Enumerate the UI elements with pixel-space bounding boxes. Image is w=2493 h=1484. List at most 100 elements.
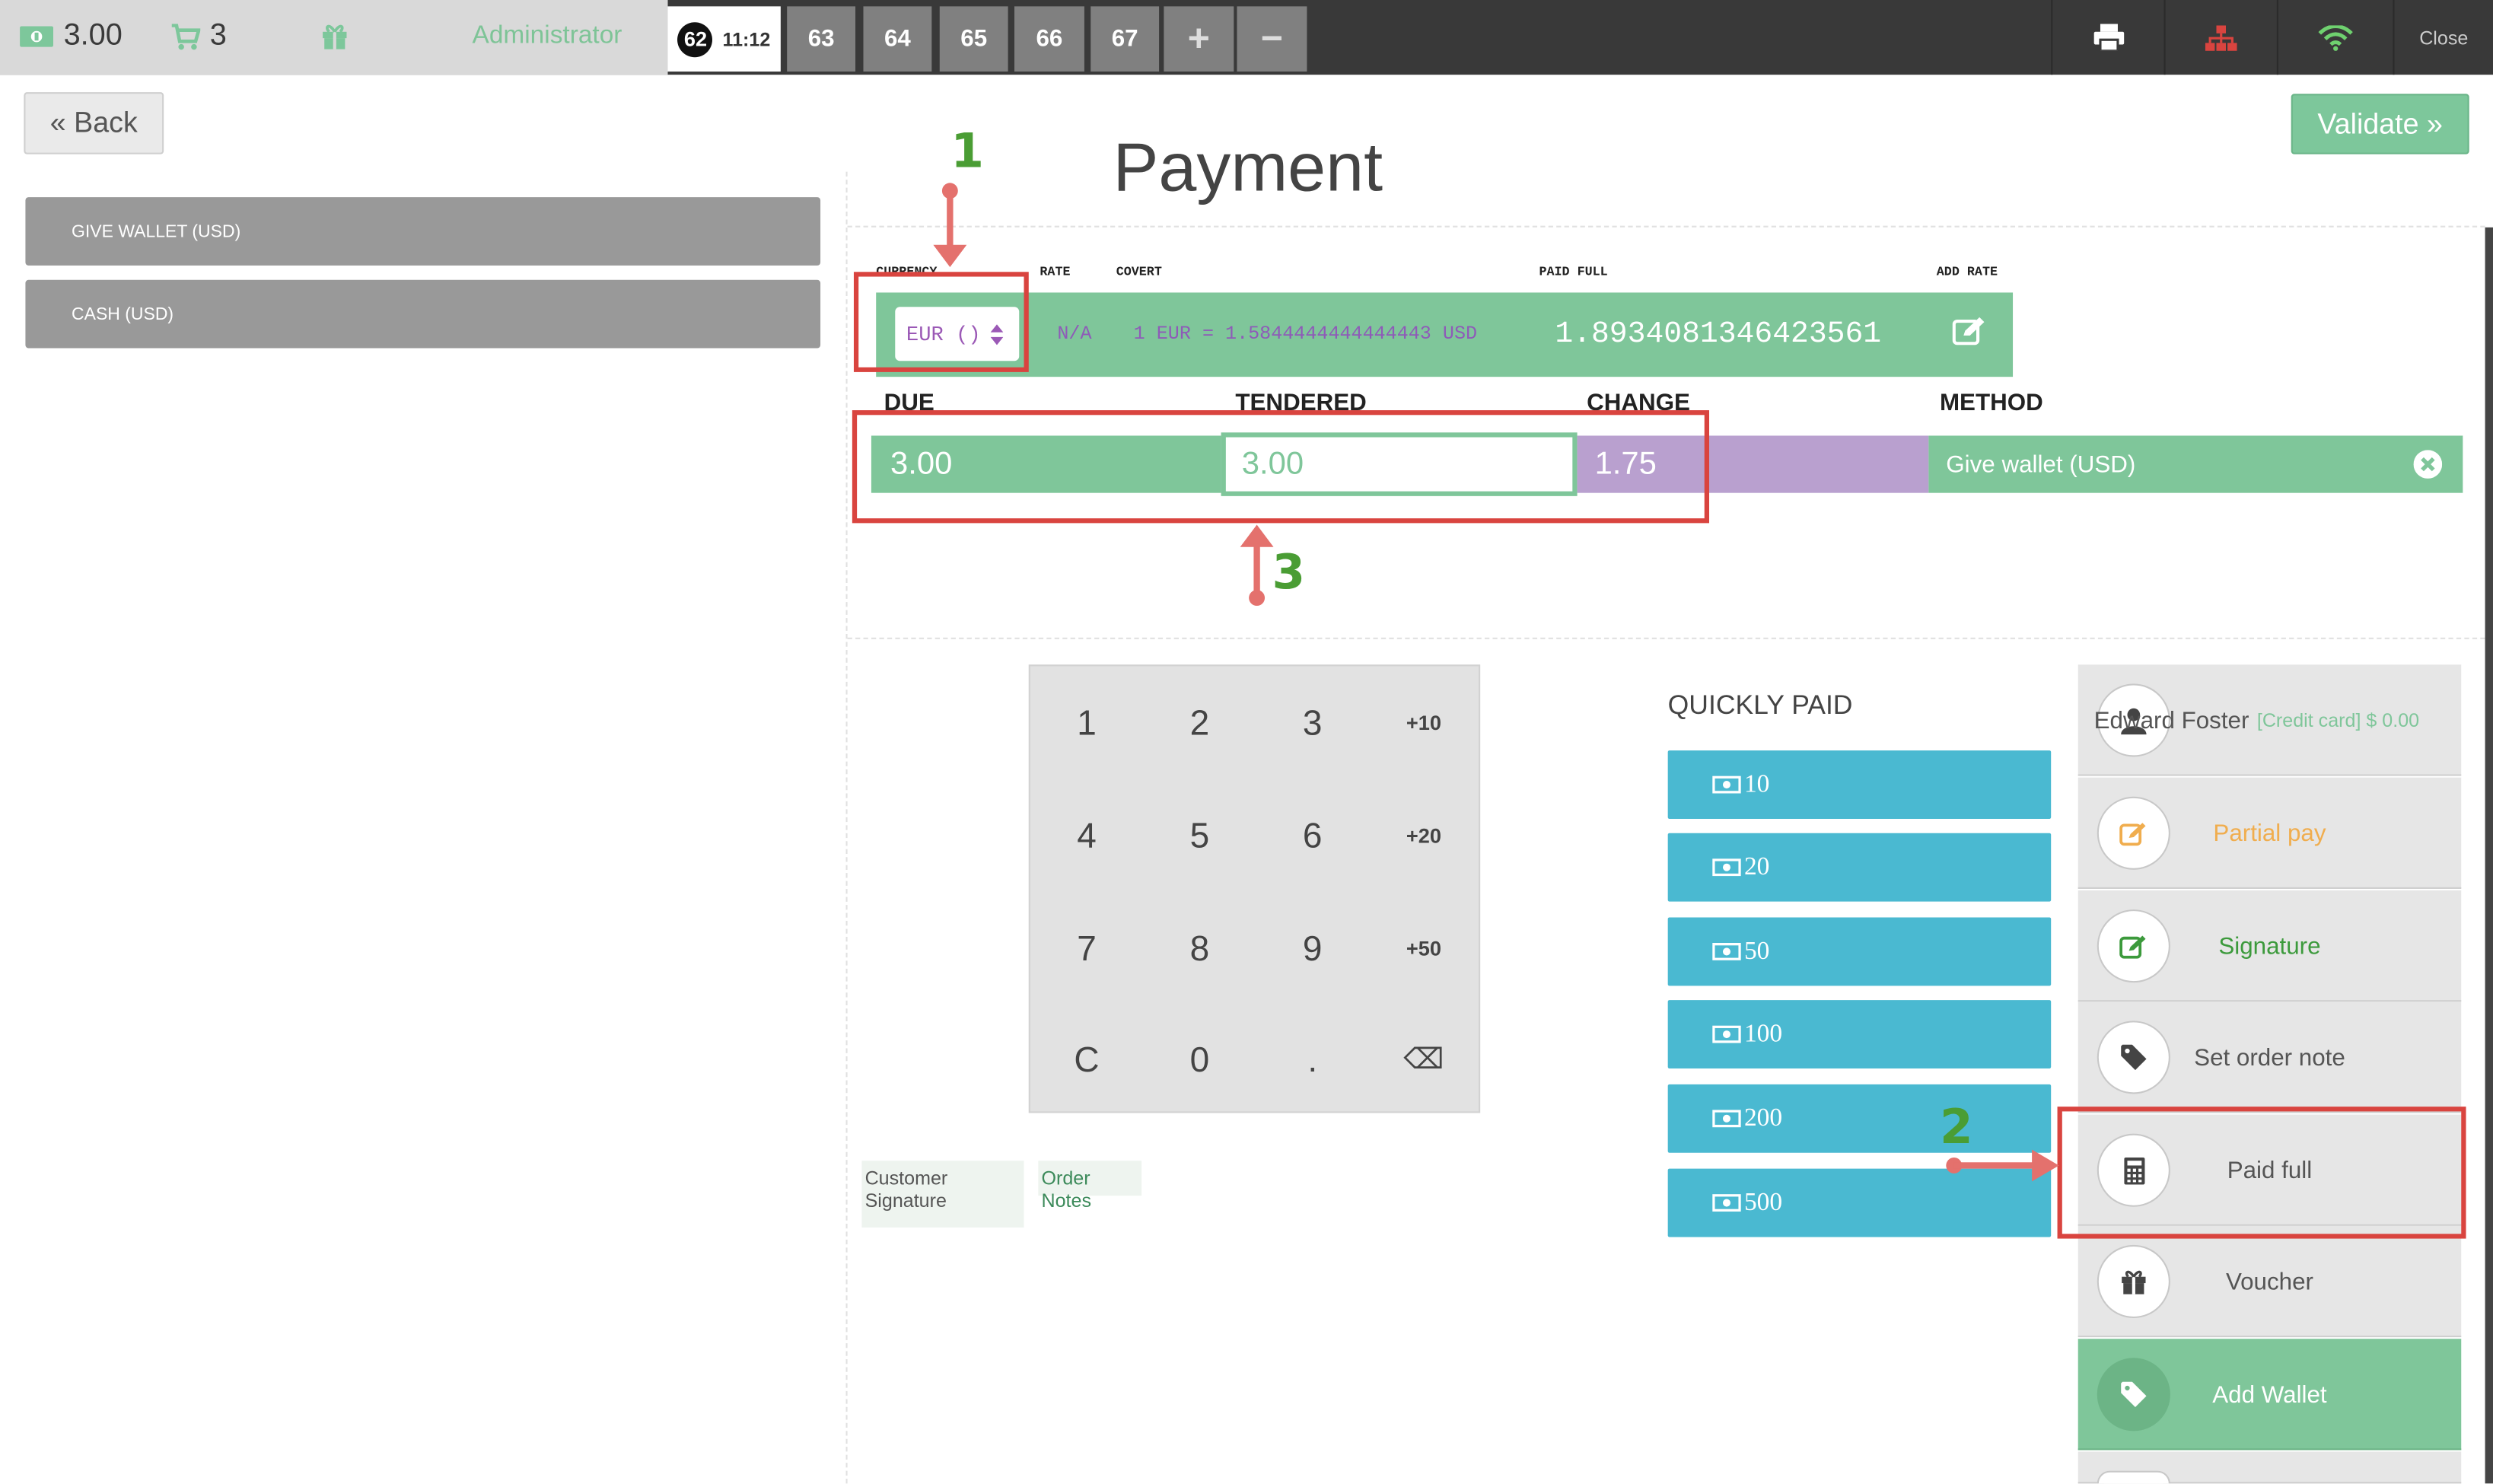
order-tab[interactable]: 66	[1014, 6, 1084, 72]
numpad-key[interactable]: 9	[1256, 892, 1369, 1005]
numpad-key[interactable]: 5	[1143, 779, 1256, 892]
payment-method-give-wallet[interactable]: GIVE WALLET (USD)	[25, 197, 821, 266]
money-icon	[1712, 775, 1741, 794]
numpad-key[interactable]: 1	[1030, 666, 1143, 779]
payment-method-cash[interactable]: CASH (USD)	[25, 279, 821, 349]
annotation-box-paid-full	[2057, 1107, 2466, 1239]
customer-name: Edward Foster	[2093, 706, 2249, 734]
sitemap-icon	[2205, 24, 2237, 50]
printer-icon	[2093, 24, 2124, 51]
cart-count: 3	[171, 19, 227, 54]
annotation-arrow-3	[1240, 524, 1274, 607]
quickly-paid-title: QUICKLY PAID	[1667, 689, 1853, 721]
numpad-key[interactable]: 2	[1143, 666, 1256, 779]
signature-button[interactable]: Signature	[2078, 890, 2462, 1002]
quick-pay-button[interactable]: 100	[1667, 1000, 2052, 1069]
quick-pay-button[interactable]: 10	[1667, 750, 2052, 819]
back-button[interactable]: « Back	[24, 92, 164, 154]
order-amount-value: 3.00	[63, 19, 123, 53]
add-wallet-button[interactable]: Add Wallet	[2078, 1339, 2462, 1451]
rate-header: RATE	[1040, 265, 1071, 280]
method-value: Give wallet (USD)	[1946, 451, 2136, 478]
customer-button[interactable]: Edward Foster [Credit card] $ 0.00	[2078, 664, 2462, 776]
gift-button[interactable]	[321, 22, 349, 49]
order-notes-link[interactable]: Order Notes	[1038, 1161, 1142, 1212]
order-tab[interactable]: 64	[863, 6, 932, 72]
annotation-box-currency	[853, 272, 1029, 372]
money-icon	[1712, 942, 1741, 960]
paid-full-header: PAID FULL	[1539, 265, 1608, 280]
remove-payment-line-button[interactable]	[2413, 450, 2443, 486]
annotation-arrow-1	[933, 183, 967, 268]
numpad-key[interactable]: 4	[1030, 779, 1143, 892]
numpad-key[interactable]: +10	[1367, 666, 1480, 779]
quick-pay-button[interactable]: 20	[1667, 833, 2052, 902]
quick-pay-amount: 20	[1743, 852, 1770, 881]
validate-button[interactable]: Validate »	[2291, 94, 2469, 154]
covert-header: COVERT	[1116, 265, 1162, 280]
quick-pay-amount: 50	[1743, 937, 1770, 965]
order-number-badge: 62	[678, 21, 714, 57]
numpad-key[interactable]: .	[1256, 1003, 1369, 1116]
page-title: Payment	[1113, 130, 1383, 207]
divider	[847, 637, 2485, 639]
covert-value: 1 EUR = 1.5844444444444443 USD	[1133, 323, 1478, 346]
money-icon	[20, 26, 53, 47]
numpad-key[interactable]: 6	[1256, 779, 1369, 892]
partial-pay-button[interactable]: Partial pay	[2078, 777, 2462, 889]
annotation-number-3: 3	[1272, 545, 1306, 601]
order-time: 11:12	[722, 27, 771, 50]
set-order-note-button[interactable]: Set order note	[2078, 1002, 2462, 1113]
edit-icon	[1952, 317, 1985, 346]
more-action-icon-wrap	[2097, 1470, 2170, 1484]
backspace-key[interactable]: ⌫	[1367, 1003, 1480, 1116]
order-tab[interactable]: 67	[1090, 6, 1160, 72]
customer-signature-area[interactable]: Customer Signature	[861, 1161, 1024, 1228]
annotation-box-payment-line	[852, 410, 1709, 524]
numpad-key[interactable]: +20	[1367, 779, 1480, 892]
numpad-key[interactable]: 7	[1030, 892, 1143, 1005]
divider	[847, 225, 2485, 228]
money-icon	[1712, 1110, 1741, 1128]
order-tab-active[interactable]: 62 11:12	[667, 6, 781, 72]
numpad-key[interactable]: 3	[1256, 666, 1369, 779]
scrollbar[interactable]	[2485, 227, 2493, 1484]
voucher-button[interactable]: Voucher	[2078, 1225, 2462, 1338]
numpad: 1 2 3 +10 4 5 6 +20 7 8 9 +50 C 0 . ⌫	[1028, 664, 1481, 1116]
print-button[interactable]	[2052, 0, 2163, 75]
money-icon	[1712, 858, 1741, 877]
sitemap-button[interactable]	[2166, 0, 2277, 75]
remove-order-button[interactable]: −	[1237, 6, 1307, 72]
top-bar-status: 3.00 3 Administrator	[0, 0, 668, 75]
gift-icon	[323, 24, 347, 49]
close-button[interactable]: Close	[2394, 0, 2493, 75]
add-wallet-label: Add Wallet	[2212, 1381, 2327, 1409]
wifi-icon	[2318, 24, 2353, 50]
annotation-number-1: 1	[950, 123, 985, 180]
quick-pay-button[interactable]: 50	[1667, 917, 2052, 986]
order-tab[interactable]: 63	[787, 6, 856, 72]
close-circle-icon	[2413, 450, 2443, 479]
quick-pay-amount: 10	[1743, 770, 1770, 798]
cart-count-value: 3	[209, 19, 227, 53]
connection-status[interactable]	[2278, 0, 2393, 75]
method-header: METHOD	[1939, 389, 2043, 417]
add-order-button[interactable]: +	[1164, 6, 1234, 72]
user-name: Administrator	[472, 22, 622, 49]
quick-pay-button[interactable]: 200	[1667, 1084, 2052, 1153]
divider	[845, 171, 848, 1484]
numpad-key[interactable]: 0	[1143, 1003, 1256, 1116]
quick-pay-amount: 100	[1743, 1020, 1783, 1047]
more-action-button[interactable]	[2078, 1451, 2462, 1484]
rate-value: N/A	[1057, 323, 1092, 346]
customer-credit: [Credit card] $ 0.00	[2256, 709, 2420, 732]
partial-pay-label: Partial pay	[2213, 820, 2326, 847]
order-tab[interactable]: 65	[939, 6, 1008, 72]
numpad-key[interactable]: C	[1030, 1003, 1143, 1116]
add-rate-header: ADD RATE	[1936, 265, 1998, 280]
money-icon	[1712, 1025, 1741, 1043]
money-icon	[1712, 1194, 1741, 1212]
numpad-key[interactable]: 8	[1143, 892, 1256, 1005]
numpad-key[interactable]: +50	[1367, 892, 1480, 1005]
add-rate-button[interactable]	[1952, 317, 1988, 353]
